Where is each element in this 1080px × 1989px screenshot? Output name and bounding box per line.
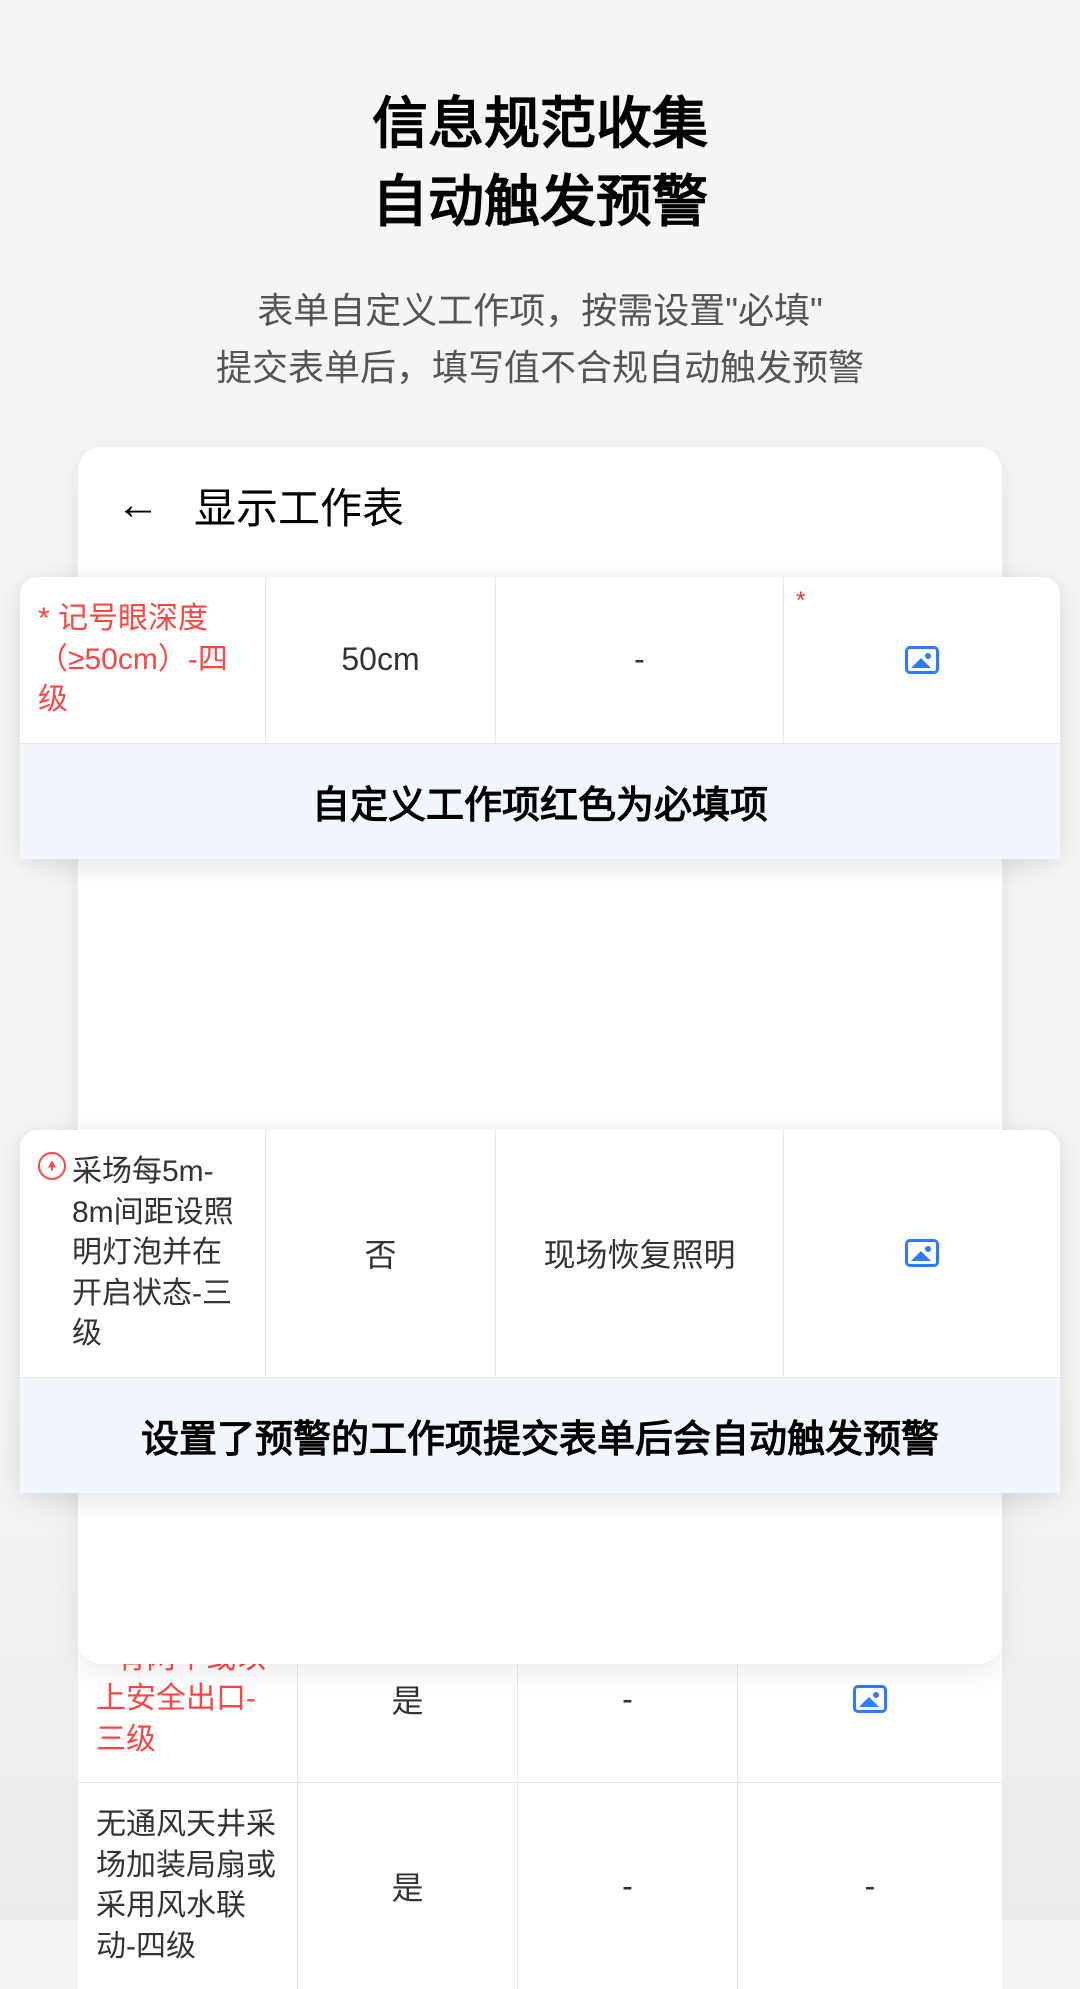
photo-icon[interactable] xyxy=(905,646,939,674)
field-value: 50cm xyxy=(341,641,419,678)
popup-footer: 自定义工作项红色为必填项 xyxy=(20,744,1060,859)
table-row: 采场每5m-8m间距设照明灯泡并在开启状态-三级 否 现场恢复照明 xyxy=(20,1130,1060,1378)
photo-icon[interactable] xyxy=(853,1685,887,1713)
table-row: 无通风天井采场加装局扇或采用风水联动-四级 是 - - xyxy=(78,1783,1002,1989)
page-subtitle-line1: 表单自定义工作项，按需设置"必填" xyxy=(0,282,1080,340)
card-title: 显示工作表 xyxy=(194,475,404,536)
table-row: * 记号眼深度（≥50cm）-四级 50cm - * xyxy=(20,577,1060,744)
field-extra: - xyxy=(865,1868,876,1905)
page-title-line1: 信息规范收集 xyxy=(0,85,1080,163)
field-note: - xyxy=(622,1681,633,1718)
back-icon[interactable]: ← xyxy=(116,480,160,530)
field-note: - xyxy=(622,1868,633,1905)
page-title-line2: 自动触发预警 xyxy=(0,163,1080,241)
field-label: * 记号眼深度（≥50cm）-四级 xyxy=(38,599,247,721)
field-label: 采场每5m-8m间距设照明灯泡并在开启状态-三级 xyxy=(72,1152,247,1355)
field-label: 无通风天井采场加装局扇或采用风水联动-四级 xyxy=(96,1805,279,1967)
field-note: 现场恢复照明 xyxy=(543,1230,735,1276)
popup-required-field: * 记号眼深度（≥50cm）-四级 50cm - * 自定义工作项红色为必填项 xyxy=(20,577,1060,859)
field-value: 是 xyxy=(391,1676,423,1722)
required-star: * xyxy=(796,587,805,615)
popup-footer: 设置了预警的工作项提交表单后会自动触发预警 xyxy=(20,1378,1060,1493)
page-subtitle-line2: 提交表单后，填写值不合规自动触发预警 xyxy=(0,339,1080,397)
alarm-icon xyxy=(38,1152,66,1180)
field-note: - xyxy=(634,641,645,678)
field-value: 否 xyxy=(364,1230,396,1276)
field-value: 是 xyxy=(391,1863,423,1909)
photo-icon[interactable] xyxy=(905,1239,939,1267)
popup-alarm-trigger: 采场每5m-8m间距设照明灯泡并在开启状态-三级 否 现场恢复照明 设置了预警的… xyxy=(20,1130,1060,1493)
